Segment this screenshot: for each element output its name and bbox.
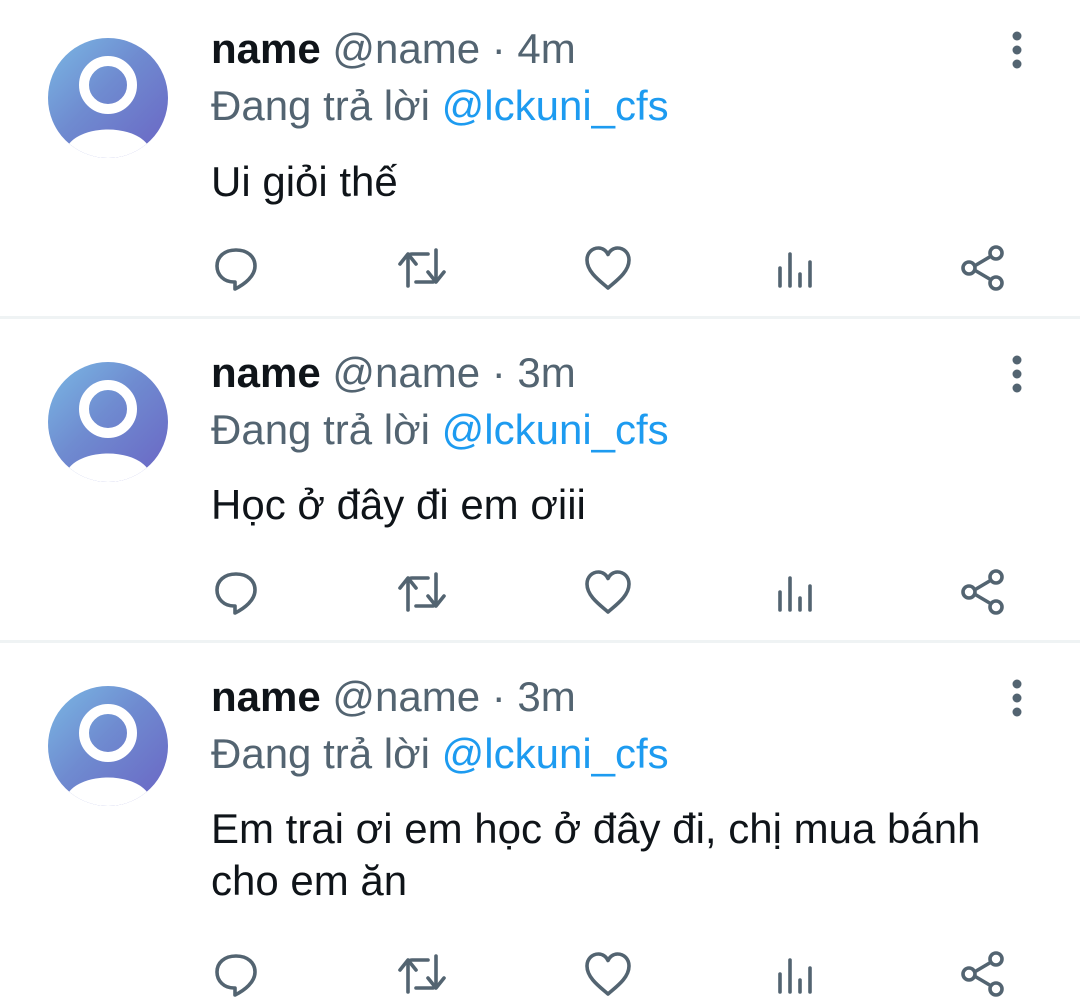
reply-button[interactable]: [208, 946, 264, 1002]
more-options-button[interactable]: [1000, 676, 1034, 720]
reply-mention-link[interactable]: @lckuni_cfs: [442, 82, 669, 129]
reply-bubble-icon: [215, 248, 257, 291]
display-name[interactable]: name: [211, 673, 321, 720]
share-icon: [961, 569, 1004, 615]
tweet-text: Ui giỏi thế: [211, 158, 398, 205]
retweet-icon: [398, 248, 446, 288]
retweet-icon: [398, 572, 446, 612]
tweet-header: name @name · 3m: [211, 348, 576, 398]
retweet-button[interactable]: [394, 946, 450, 1002]
tweet-actions: [0, 240, 1080, 296]
replying-to: Đang trả lời @lckuni_cfs: [211, 405, 669, 455]
bar-chart-icon: [778, 252, 812, 288]
tweet-header: name @name · 3m: [211, 672, 576, 722]
reply-button[interactable]: [208, 240, 264, 296]
bar-chart-icon: [778, 576, 812, 612]
separator-dot: ·: [480, 673, 518, 720]
retweet-button[interactable]: [394, 240, 450, 296]
tweet-1[interactable]: name @name · 4m Đang trả lời @lckuni_cfs…: [0, 0, 1080, 316]
tweet-3[interactable]: name @name · 3m Đang trả lời @lckuni_cfs…: [0, 643, 1080, 1006]
reply-bubble-icon: [215, 954, 257, 997]
like-button[interactable]: [580, 946, 636, 1002]
avatar-icon[interactable]: [48, 362, 168, 482]
heart-icon: [585, 246, 631, 290]
more-vertical-icon: [1012, 679, 1022, 717]
views-button[interactable]: [767, 564, 823, 620]
more-vertical-icon: [1012, 31, 1022, 69]
more-vertical-icon: [1012, 355, 1022, 393]
views-button[interactable]: [767, 240, 823, 296]
share-icon: [961, 245, 1004, 291]
share-button[interactable]: [955, 946, 1011, 1002]
like-button[interactable]: [580, 240, 636, 296]
share-button[interactable]: [955, 564, 1011, 620]
heart-icon: [585, 570, 631, 614]
user-handle[interactable]: @name: [332, 25, 480, 72]
avatar-icon[interactable]: [48, 38, 168, 158]
replying-to: Đang trả lời @lckuni_cfs: [211, 729, 669, 779]
tweet-actions: [0, 564, 1080, 620]
like-button[interactable]: [580, 564, 636, 620]
user-handle[interactable]: @name: [332, 349, 480, 396]
timestamp[interactable]: 3m: [517, 673, 575, 720]
tweet-2[interactable]: name @name · 3m Đang trả lời @lckuni_cfs…: [0, 319, 1080, 639]
heart-icon: [585, 952, 631, 996]
display-name[interactable]: name: [211, 349, 321, 396]
reply-mention-link[interactable]: @lckuni_cfs: [442, 730, 669, 777]
tweet-text: Em trai ơi em học ở đây đi, chị mua bánh…: [211, 805, 981, 904]
bar-chart-icon: [778, 958, 812, 994]
share-button[interactable]: [955, 240, 1011, 296]
reply-bubble-icon: [215, 572, 257, 615]
replying-to-label: Đang trả lời: [211, 730, 442, 777]
retweet-icon: [398, 954, 446, 994]
retweet-button[interactable]: [394, 564, 450, 620]
more-options-button[interactable]: [1000, 28, 1034, 72]
timestamp[interactable]: 4m: [517, 25, 575, 72]
tweet-header: name @name · 4m: [211, 24, 576, 74]
tweet-text: Học ở đây đi em ơiii: [211, 481, 586, 528]
share-icon: [961, 951, 1004, 997]
reply-mention-link[interactable]: @lckuni_cfs: [442, 406, 669, 453]
separator-dot: ·: [480, 349, 518, 396]
replying-to-label: Đang trả lời: [211, 82, 442, 129]
display-name[interactable]: name: [211, 25, 321, 72]
tweet-actions: [0, 946, 1080, 1002]
avatar-icon[interactable]: [48, 686, 168, 806]
views-button[interactable]: [767, 946, 823, 1002]
user-handle[interactable]: @name: [332, 673, 480, 720]
more-options-button[interactable]: [1000, 352, 1034, 396]
separator-dot: ·: [480, 25, 518, 72]
replying-to-label: Đang trả lời: [211, 406, 442, 453]
timestamp[interactable]: 3m: [517, 349, 575, 396]
reply-button[interactable]: [208, 564, 264, 620]
replying-to: Đang trả lời @lckuni_cfs: [211, 81, 669, 131]
